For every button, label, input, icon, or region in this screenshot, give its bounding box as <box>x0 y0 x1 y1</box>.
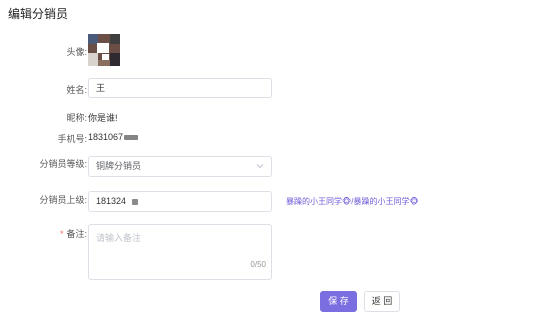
chevron-down-icon <box>256 164 264 169</box>
redaction-mask <box>124 135 139 141</box>
level-select[interactable]: 铜牌分销员 <box>88 156 272 177</box>
save-button[interactable]: 保 存 <box>320 291 357 312</box>
phone-value: 1831067 <box>88 132 139 142</box>
remark-counter: 0/50 <box>250 260 266 269</box>
nickname-label: 昵称: <box>66 113 87 123</box>
nickname-value: 你是谁! <box>88 113 118 123</box>
phone-text: 1831067 <box>88 132 124 142</box>
remark-label: * 备注: <box>60 227 87 240</box>
redaction-mask <box>132 198 139 205</box>
superior-label: 分销员上级: <box>39 195 87 205</box>
back-button[interactable]: 返 回 <box>364 291 400 312</box>
superior-link[interactable]: 暴躁的小王同学🐵/暴躁的小王同学🐵 <box>286 196 419 207</box>
superior-input[interactable]: 181324 <box>88 191 272 212</box>
name-input[interactable]: 王 <box>88 78 272 98</box>
superior-value: 181324 <box>96 196 127 206</box>
remark-placeholder: 请输入备注 <box>96 233 142 243</box>
avatar[interactable] <box>88 34 120 66</box>
remark-label-text: 备注: <box>66 229 87 239</box>
required-mark: * <box>59 229 64 239</box>
phone-label: 手机号: <box>57 134 87 144</box>
page-title: 编辑分销员 <box>8 7 69 21</box>
name-label: 姓名: <box>66 85 87 95</box>
avatar-label: 头像: <box>66 47 87 57</box>
remark-textarea[interactable]: 请输入备注 0/50 <box>88 224 272 280</box>
level-selected-value: 铜牌分销员 <box>96 161 142 171</box>
level-label: 分销员等级: <box>39 159 87 169</box>
